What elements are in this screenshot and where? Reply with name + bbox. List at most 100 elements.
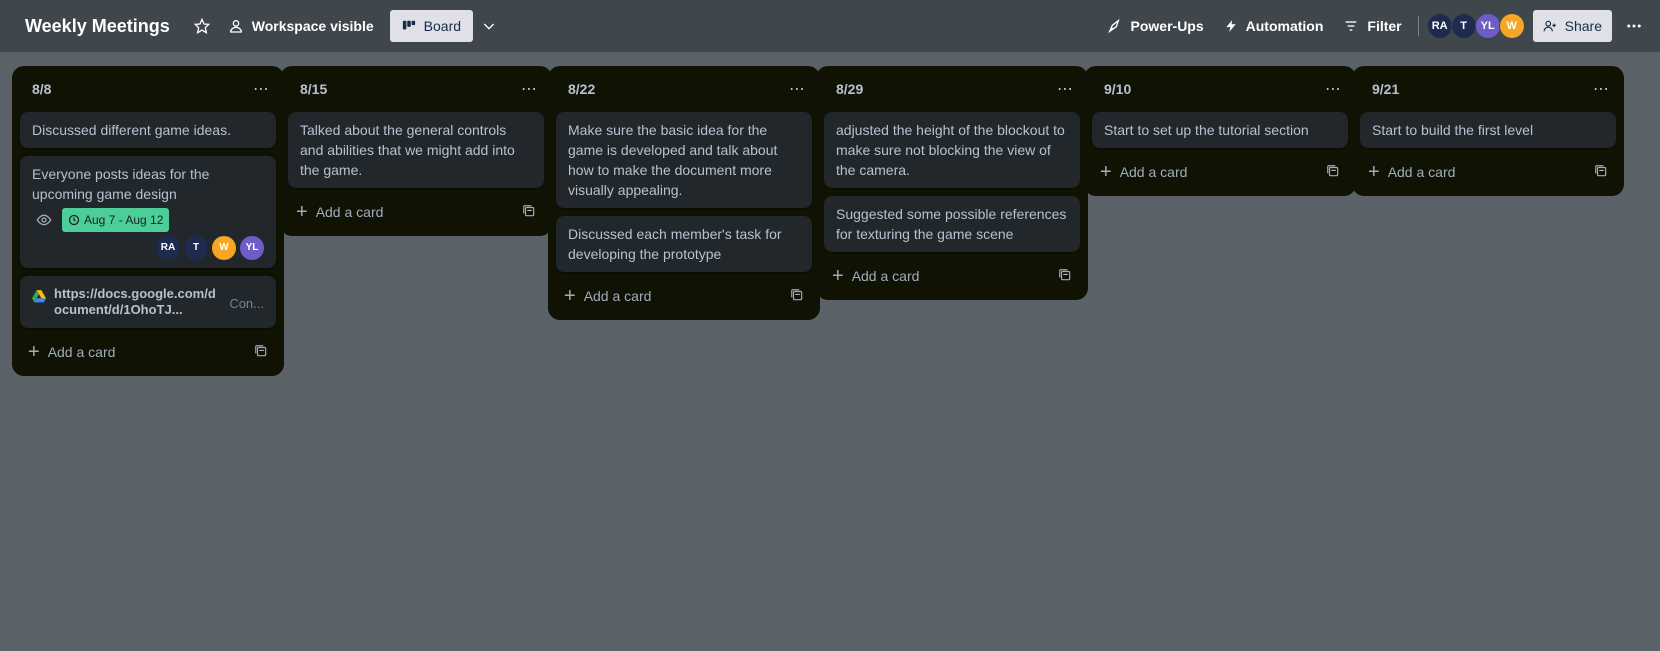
avatar[interactable]: YL (240, 236, 264, 260)
visibility-label: Workspace visible (251, 18, 374, 34)
avatar[interactable]: T (184, 236, 208, 260)
list-header: 8/8 ⋯ (12, 66, 284, 112)
card[interactable]: Start to build the first level (1360, 112, 1616, 148)
add-card: + Add a card (564, 286, 651, 306)
add-card-button[interactable]: + Add a card (556, 280, 812, 312)
filter-icon (1346, 21, 1357, 31)
filter-label: Filter (1367, 18, 1402, 34)
card[interactable]: Discussed different game ideas. (20, 112, 276, 148)
automation-label: Automation (1245, 18, 1324, 34)
more-icon[interactable]: ⋯ (1321, 79, 1346, 99)
board-view-button[interactable]: Board (389, 10, 474, 42)
plus-icon: + (564, 285, 576, 307)
avatar[interactable]: T (1450, 13, 1477, 39)
template-icon[interactable] (790, 288, 804, 305)
card-link-extra: Con... (229, 296, 264, 311)
list-title[interactable]: 9/10 (1104, 81, 1131, 97)
share-button[interactable]: Share (1532, 10, 1612, 42)
chevron-down-icon[interactable] (473, 10, 505, 42)
card-link-url[interactable]: https://docs.google.com/document/d/1OhoT… (54, 286, 221, 318)
add-card: + Add a card (832, 266, 919, 286)
plus-icon: + (296, 201, 308, 223)
board-title[interactable]: Weekly Meetings (25, 16, 170, 37)
add-card-button[interactable]: + Add a card (288, 196, 544, 228)
card[interactable]: Everyone posts ideas for the upcoming ga… (20, 156, 276, 268)
board-icon (402, 20, 415, 30)
more-icon[interactable]: ⋯ (249, 79, 274, 99)
card-title: Discussed different game ideas. (32, 122, 231, 138)
card-title: Everyone posts ideas for the upcoming ga… (32, 166, 210, 202)
link-card[interactable]: https://docs.google.com/document/d/1OhoT… (20, 276, 276, 328)
list-header: 8/22 ⋯ (548, 66, 820, 112)
template-icon[interactable] (1058, 268, 1072, 285)
template-icon[interactable] (254, 344, 268, 361)
card-title: Start to build the first level (1372, 122, 1534, 138)
avatar[interactable]: RA (1426, 13, 1453, 39)
card[interactable]: Suggested some possible references for t… (824, 196, 1080, 252)
star-icon[interactable] (186, 10, 218, 42)
card[interactable]: Start to set up the tutorial section (1092, 112, 1348, 148)
avatar[interactable]: W (1498, 13, 1525, 39)
board-header: Weekly Meetings Workspace visible Board … (0, 0, 1660, 52)
card-list: Discussed different game ideas. Everyone … (12, 112, 284, 328)
list-title[interactable]: 8/22 (568, 81, 595, 97)
card-title: Suggested some possible references for t… (836, 206, 1067, 242)
add-card-label: Add a card (47, 344, 116, 360)
visibility-button[interactable]: Workspace visible (218, 10, 384, 42)
list-column: 9/10 ⋯ Start to set up the tutorial sectio… (1084, 66, 1356, 196)
card[interactable]: Make sure the basic idea for the game is… (556, 112, 812, 208)
add-card: + Add a card (1100, 162, 1187, 182)
list-column: 8/15 ⋯ Talked about the general controls a… (280, 66, 552, 236)
more-icon[interactable]: ⋯ (785, 79, 810, 99)
add-card: + Add a card (28, 342, 115, 362)
card-list: Start to build the first level (1352, 112, 1624, 148)
avatar[interactable]: YL (1474, 13, 1501, 39)
people-icon (229, 20, 242, 33)
list-title[interactable]: 8/8 (32, 81, 51, 97)
add-card-button[interactable]: + Add a card (20, 336, 276, 368)
more-icon[interactable]: ⋯ (517, 79, 542, 99)
avatar[interactable]: W (212, 236, 236, 260)
more-icon[interactable] (1618, 10, 1650, 42)
card-members: RA T W YL (32, 236, 264, 260)
more-icon[interactable]: ⋯ (1053, 79, 1078, 99)
avatar[interactable]: RA (156, 236, 180, 260)
add-card-button[interactable]: + Add a card (824, 260, 1080, 292)
card-title: Discussed each member's task for develop… (568, 226, 782, 262)
card-list: Make sure the basic idea for the game is… (548, 112, 820, 272)
powerups-button[interactable]: Power-Ups (1097, 10, 1214, 42)
board-view-label: Board (423, 18, 462, 34)
list-column: 9/21 ⋯ Start to build the first level + Add … (1352, 66, 1624, 196)
list-title[interactable]: 8/29 (836, 81, 863, 97)
list-title[interactable]: 9/21 (1372, 81, 1399, 97)
lightning-icon (1225, 20, 1236, 32)
add-card-button[interactable]: + Add a card (1092, 156, 1348, 188)
list-header: 9/21 ⋯ (1352, 66, 1624, 112)
board-canvas: 8/8 ⋯ Discussed different game ideas. Every… (12, 66, 1660, 651)
template-icon[interactable] (1326, 164, 1340, 181)
add-card-label: Add a card (583, 288, 652, 304)
template-icon[interactable] (522, 204, 536, 221)
filter-button[interactable]: Filter (1333, 10, 1411, 42)
card[interactable]: Discussed each member's task for develop… (556, 216, 812, 272)
clock-icon (68, 214, 80, 226)
card-list: Start to set up the tutorial section (1084, 112, 1356, 148)
due-date-badge[interactable]: Aug 7 - Aug 12 (62, 208, 170, 232)
list-title[interactable]: 8/15 (300, 81, 327, 97)
automation-button[interactable]: Automation (1214, 10, 1334, 42)
card[interactable]: adjusted the height of the blockout to m… (824, 112, 1080, 188)
plus-icon: + (28, 341, 40, 363)
card[interactable]: Talked about the general controls and ab… (288, 112, 544, 188)
template-icon[interactable] (1594, 164, 1608, 181)
add-card-label: Add a card (1119, 164, 1188, 180)
add-person-icon (1543, 20, 1556, 32)
eye-icon (32, 212, 56, 228)
card-title: Make sure the basic idea for the game is… (568, 122, 778, 198)
add-card-label: Add a card (1387, 164, 1456, 180)
board-members[interactable]: RA T YL W (1426, 13, 1525, 39)
powerups-label: Power-Ups (1130, 18, 1204, 34)
add-card-button[interactable]: + Add a card (1360, 156, 1616, 188)
list-header: 8/15 ⋯ (280, 66, 552, 112)
more-icon[interactable]: ⋯ (1589, 79, 1614, 99)
card-title: adjusted the height of the blockout to m… (836, 122, 1065, 178)
